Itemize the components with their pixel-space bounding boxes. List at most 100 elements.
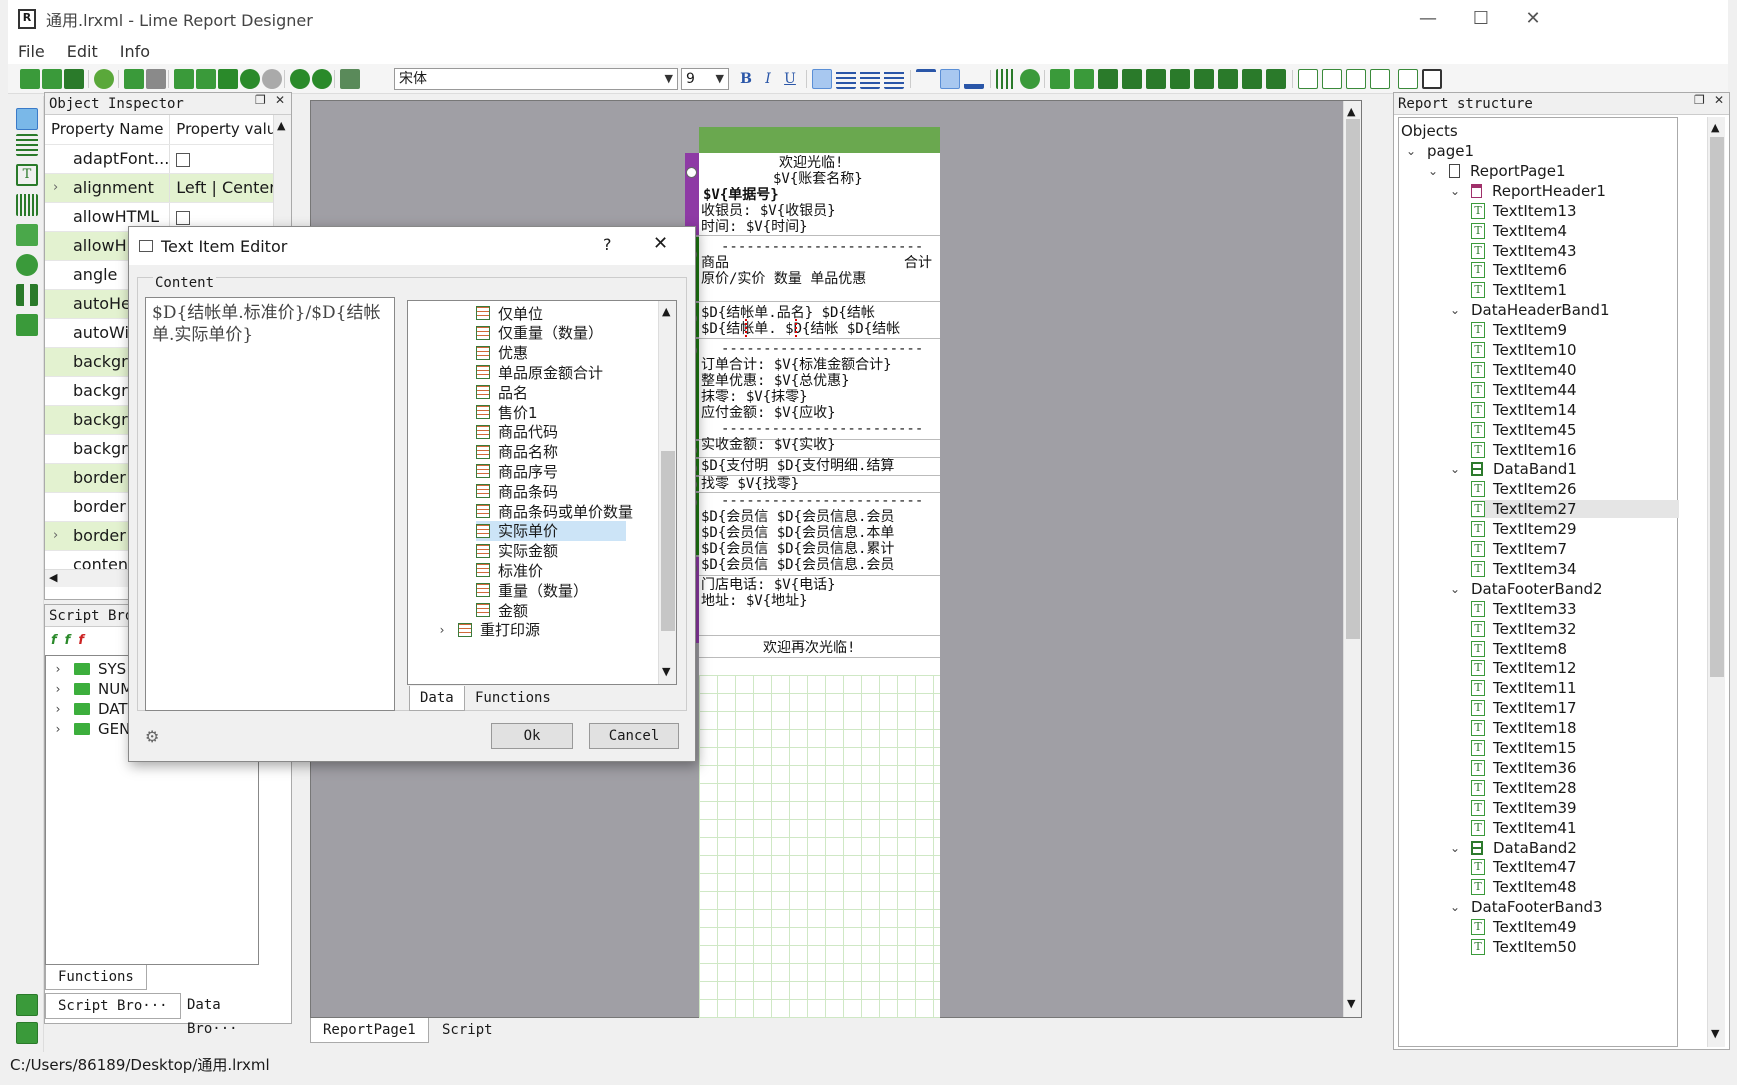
report-text-total[interactable]: 合计 bbox=[904, 255, 932, 271]
structure-node[interactable]: T TextItem7 bbox=[1471, 540, 1567, 558]
bold-button[interactable]: B bbox=[736, 68, 756, 90]
data-field-item[interactable]: 单品原金额合计 bbox=[476, 362, 603, 382]
report-text-goods[interactable]: 商品 bbox=[701, 255, 729, 271]
scroll-down-icon[interactable]: ▼ bbox=[1347, 997, 1355, 1010]
border-top-icon[interactable] bbox=[1298, 69, 1318, 89]
report-text-cashier[interactable]: 收银员: $V{收银员} bbox=[701, 203, 836, 219]
scroll-down-icon[interactable]: ▼ bbox=[1711, 1027, 1719, 1040]
report-header-band-marker[interactable] bbox=[685, 153, 699, 235]
structure-node[interactable]: T TextItem1 bbox=[1471, 281, 1567, 299]
edit-function-icon[interactable]: f bbox=[65, 633, 71, 648]
report-text-welcome[interactable]: 欢迎光临! bbox=[779, 155, 843, 171]
data-field-item[interactable]: 标准价 bbox=[476, 560, 543, 580]
valign-bottom-icon[interactable] bbox=[964, 69, 984, 89]
data-field-item[interactable]: 实际单价 bbox=[476, 520, 626, 541]
data-field-item[interactable]: 商品名称 bbox=[476, 442, 558, 462]
tab-script-browser[interactable]: Script Bro··· bbox=[45, 993, 181, 1019]
tab-data-browser[interactable]: Data Bro··· bbox=[175, 993, 291, 1041]
report-text-dashes[interactable]: ------------------------ bbox=[721, 421, 923, 437]
structure-node[interactable]: T TextItem29 bbox=[1471, 520, 1577, 538]
text-tool-icon[interactable]: T bbox=[16, 164, 38, 186]
structure-node[interactable]: ⌄ ReportHeader1 bbox=[1449, 182, 1606, 200]
open-icon[interactable] bbox=[42, 69, 62, 89]
subreport-tool-icon[interactable] bbox=[16, 284, 38, 306]
data-field-item[interactable]: 实际金额 bbox=[476, 541, 558, 561]
data-field-item[interactable]: 商品序号 bbox=[476, 461, 558, 481]
data-field-item[interactable]: 商品条码 bbox=[476, 481, 558, 501]
chevron-right-icon[interactable]: › bbox=[53, 528, 58, 543]
chevron-down-icon[interactable]: ⌄ bbox=[1449, 841, 1461, 855]
structure-node[interactable]: ⌄ DataBand1 bbox=[1449, 460, 1577, 478]
report-text-time[interactable]: 时间: $V{时间} bbox=[701, 219, 808, 235]
minimize-button[interactable]: — bbox=[1413, 6, 1443, 32]
valign-top-icon[interactable] bbox=[916, 69, 936, 89]
report-text-row1[interactable]: $D{结帐单.品名} $D{结帐 bbox=[701, 305, 875, 321]
report-text-change[interactable]: 找零 $V{找零} bbox=[701, 476, 799, 492]
print-icon[interactable] bbox=[340, 69, 360, 89]
image-tool-icon[interactable] bbox=[16, 224, 38, 246]
settings-icon[interactable] bbox=[94, 69, 114, 89]
align-h-center-icon[interactable] bbox=[1146, 69, 1166, 89]
font-size-select[interactable]: 9 ▼ bbox=[681, 68, 729, 90]
structure-node[interactable]: T TextItem11 bbox=[1471, 679, 1577, 697]
structure-node[interactable]: ⌄ DataFooterBand3 bbox=[1449, 898, 1603, 916]
structure-node[interactable]: T TextItem50 bbox=[1471, 938, 1577, 956]
menu-info[interactable]: Info bbox=[120, 42, 150, 61]
shape-tool-icon[interactable] bbox=[16, 254, 38, 276]
chevron-down-icon[interactable]: ⌄ bbox=[1449, 184, 1461, 198]
structure-node[interactable]: ⌄ DataFooterBand2 bbox=[1449, 580, 1603, 598]
structure-node[interactable]: T TextItem44 bbox=[1471, 381, 1577, 399]
structure-scrollbar[interactable]: ▲ ▼ bbox=[1707, 117, 1725, 1047]
chevron-down-icon[interactable]: ⌄ bbox=[1427, 164, 1439, 178]
structure-node[interactable]: T TextItem4 bbox=[1471, 222, 1567, 240]
structure-node[interactable]: T TextItem49 bbox=[1471, 918, 1577, 936]
structure-node[interactable]: ⌄ page1 bbox=[1405, 142, 1474, 160]
structure-node[interactable]: ⌄ DataHeaderBand1 bbox=[1449, 301, 1610, 319]
ok-button[interactable]: Ok bbox=[491, 723, 573, 749]
panel-toggle-icon[interactable] bbox=[16, 1022, 38, 1044]
column-property-value[interactable]: Property valu bbox=[169, 115, 287, 145]
report-text-member4[interactable]: $D{会员信 $D{会员信息.会员 bbox=[701, 557, 894, 573]
chevron-down-icon[interactable]: ⌄ bbox=[1449, 900, 1461, 914]
structure-node[interactable]: T TextItem27 bbox=[1471, 500, 1679, 519]
structure-node[interactable]: T TextItem41 bbox=[1471, 819, 1577, 837]
align-v-center-icon[interactable] bbox=[1218, 69, 1238, 89]
chevron-down-icon[interactable]: ⌄ bbox=[1405, 144, 1417, 158]
script-tree-item[interactable]: › SYS bbox=[52, 660, 127, 678]
align-center-icon[interactable] bbox=[836, 69, 856, 89]
report-page[interactable]: 欢迎光临! $V{账套名称} $V{单据号} 收银员: $V{收银员} 时间: … bbox=[685, 127, 940, 1019]
structure-node[interactable]: T TextItem18 bbox=[1471, 719, 1577, 737]
close-icon[interactable]: ✕ bbox=[1714, 93, 1724, 107]
structure-node[interactable]: T TextItem12 bbox=[1471, 659, 1577, 677]
data-field-item[interactable]: 仅单位 bbox=[476, 303, 543, 323]
tab-data[interactable]: Data bbox=[409, 686, 465, 711]
delete-function-icon[interactable]: f bbox=[78, 633, 84, 648]
cancel-button[interactable]: Cancel bbox=[589, 723, 679, 749]
data-field-item[interactable]: 品名 bbox=[476, 382, 528, 402]
menu-edit[interactable]: Edit bbox=[67, 42, 98, 61]
scroll-down-icon[interactable]: ▼ bbox=[662, 665, 670, 678]
property-value[interactable]: Left | Center bbox=[169, 173, 287, 203]
grid-icon[interactable] bbox=[996, 69, 1016, 89]
structure-node[interactable]: T TextItem14 bbox=[1471, 401, 1577, 419]
structure-node[interactable]: T TextItem32 bbox=[1471, 620, 1577, 638]
structure-node[interactable]: T TextItem13 bbox=[1471, 202, 1577, 220]
border-bottom-icon[interactable] bbox=[1322, 69, 1342, 89]
bring-front-icon[interactable] bbox=[1050, 69, 1070, 89]
data-field-item[interactable]: 优惠 bbox=[476, 343, 528, 363]
report-text-member1[interactable]: $D{会员信 $D{会员信息.会员 bbox=[701, 509, 894, 525]
structure-node[interactable]: ⌄ ReportPage1 bbox=[1427, 162, 1566, 180]
data-field-item[interactable]: 重量（数量） bbox=[476, 580, 588, 600]
selection-handle[interactable] bbox=[795, 319, 797, 337]
structure-node[interactable]: T TextItem8 bbox=[1471, 640, 1567, 658]
structure-node[interactable]: T TextItem17 bbox=[1471, 699, 1577, 717]
close-button[interactable]: ✕ bbox=[1518, 6, 1548, 32]
structure-node[interactable]: T TextItem45 bbox=[1471, 421, 1577, 439]
scroll-left-icon[interactable]: ◀ bbox=[49, 571, 57, 584]
maximize-button[interactable]: ☐ bbox=[1466, 6, 1496, 32]
structure-node[interactable]: T TextItem28 bbox=[1471, 779, 1577, 797]
float-icon[interactable]: ❐ bbox=[1694, 93, 1705, 107]
report-text-header-cols[interactable]: 原价/实价 数量 单品优惠 bbox=[701, 271, 866, 287]
undo-icon[interactable] bbox=[240, 69, 260, 89]
report-text-order-total[interactable]: 订单合计: $V{标准金额合计} bbox=[701, 357, 892, 373]
